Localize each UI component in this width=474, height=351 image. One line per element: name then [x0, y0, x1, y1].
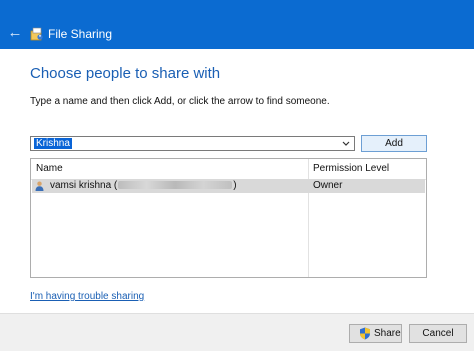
share-button[interactable]: Share [349, 324, 402, 343]
instructions-text: Type a name and then click Add, or click… [30, 96, 330, 107]
column-header-permission[interactable]: Permission Level [313, 163, 389, 175]
title-bar: ← File Sharing [0, 0, 474, 49]
permissions-table: Name Permission Level vamsi krishna () O… [30, 158, 427, 278]
trouble-sharing-link[interactable]: I'm having trouble sharing [30, 291, 144, 303]
dialog-heading: Choose people to share with [30, 65, 221, 82]
footer-bar: Share Cancel [0, 313, 474, 351]
column-header-name[interactable]: Name [36, 163, 63, 175]
dropdown-arrow-icon[interactable] [340, 137, 352, 150]
name-input-value[interactable]: Krishna [34, 138, 72, 149]
person-icon [35, 181, 44, 191]
column-divider[interactable] [308, 159, 309, 277]
uac-shield-icon [360, 327, 370, 340]
table-row[interactable]: vamsi krishna () Owner [32, 179, 425, 193]
row-name: vamsi krishna () [50, 180, 237, 191]
add-button[interactable]: Add [361, 135, 427, 152]
window-title: File Sharing [48, 27, 113, 41]
file-sharing-icon [30, 27, 43, 41]
name-combobox[interactable]: Krishna [30, 136, 355, 151]
redacted-email [118, 181, 233, 190]
row-permission[interactable]: Owner [313, 180, 342, 192]
share-button-label: Share [374, 328, 401, 339]
row-name-text: vamsi krishna [50, 180, 112, 191]
back-arrow-icon[interactable]: ← [4, 23, 26, 43]
cancel-button[interactable]: Cancel [409, 324, 467, 343]
